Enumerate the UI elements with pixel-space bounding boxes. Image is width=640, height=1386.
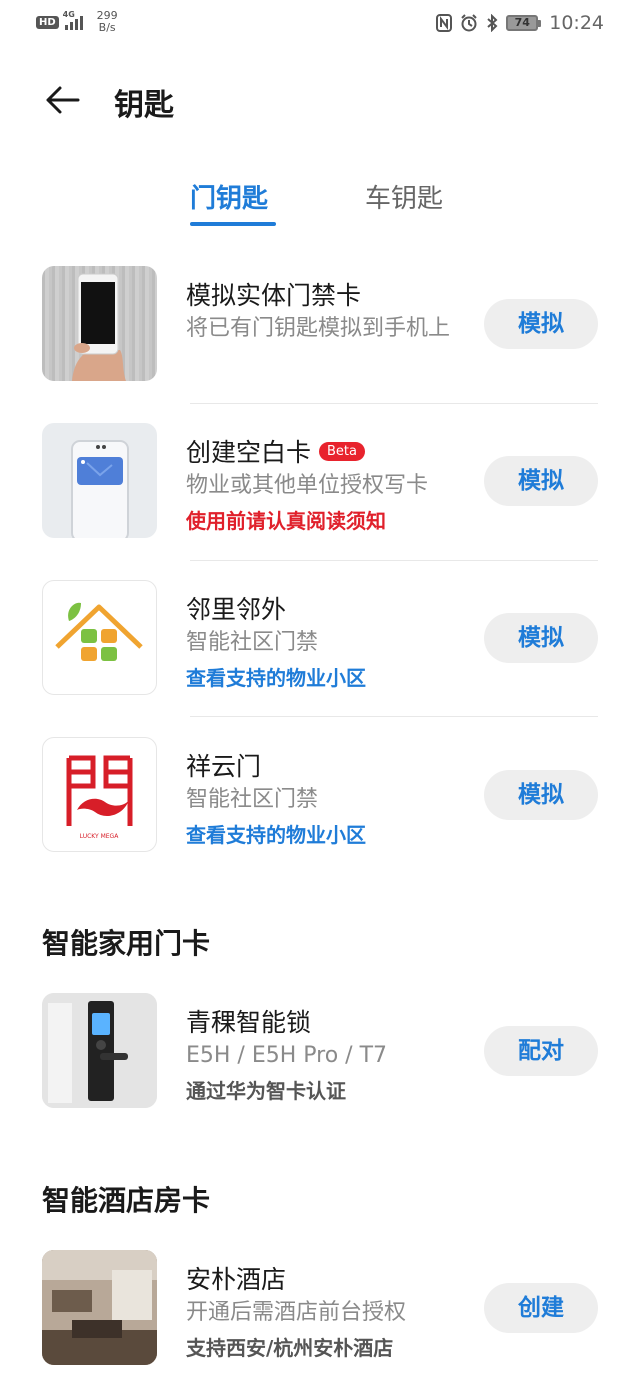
beta-badge: Beta — [319, 441, 365, 461]
supported-communities-link[interactable]: 查看支持的物业小区 — [186, 662, 366, 691]
smart-lock-image — [42, 993, 157, 1108]
supported-hotels-note: 支持西安/杭州安朴酒店 — [186, 1336, 394, 1360]
pair-button[interactable]: 配对 — [484, 1026, 598, 1076]
simulate-button[interactable]: 模拟 — [484, 456, 598, 506]
item-subtitle: 将已有门钥匙模拟到手机上 — [186, 316, 451, 341]
bluetooth-icon — [486, 14, 498, 32]
item-title: 模拟实体门禁卡 — [186, 281, 362, 310]
tab-bar: 门钥匙 车钥匙 — [0, 178, 640, 232]
section-title-smart-home: 智能家用门卡 — [42, 927, 211, 960]
item-subtitle: 智能社区门禁 — [186, 787, 319, 812]
item-title: 青稞智能锁 — [186, 1008, 312, 1037]
back-button[interactable] — [40, 78, 84, 122]
list-item-blank-card[interactable]: 创建空白卡 Beta 物业或其他单位授权写卡 使用前请认真阅读须知 模拟 — [0, 423, 640, 580]
simulate-button[interactable]: 模拟 — [484, 613, 598, 663]
hd-icon: HD — [36, 15, 59, 29]
tab-car-keys[interactable]: 车钥匙 — [365, 178, 443, 215]
list-item-physical-card[interactable]: 模拟实体门禁卡 将已有门钥匙模拟到手机上 模拟 — [0, 266, 640, 423]
list-item-linli[interactable]: 邻里邻外 智能社区门禁 查看支持的物业小区 模拟 — [0, 580, 640, 737]
section-title-smart-hotel: 智能酒店房卡 — [42, 1184, 211, 1217]
tab-indicator — [190, 222, 276, 226]
linli-logo — [42, 580, 157, 695]
back-arrow-icon — [46, 86, 80, 114]
item-title: 祥云门 — [186, 752, 262, 781]
item-subtitle: 智能社区门禁 — [186, 630, 319, 655]
divider — [190, 716, 598, 717]
svg-text:LUCKY MEGA: LUCKY MEGA — [80, 833, 120, 840]
item-title: 邻里邻外 — [186, 595, 287, 624]
list-item-qingke-lock[interactable]: 青稞智能锁 E5H / E5H Pro / T7 通过华为智卡认证 配对 — [0, 993, 640, 1150]
item-title: 安朴酒店 — [186, 1265, 287, 1294]
list-item-xiangyun[interactable]: LUCKY MEGA 祥云门 智能社区门禁 查看支持的物业小区 模拟 — [0, 737, 640, 894]
read-notice-link[interactable]: 使用前请认真阅读须知 — [186, 505, 386, 534]
signal-icon: 4G — [63, 10, 83, 30]
certification-note: 通过华为智卡认证 — [186, 1079, 346, 1103]
tab-door-keys[interactable]: 门钥匙 — [190, 178, 268, 215]
network-speed: 299 B/s — [96, 9, 118, 34]
hotel-room-image — [42, 1250, 157, 1365]
nfc-icon — [436, 14, 453, 32]
simulate-button[interactable]: 模拟 — [484, 770, 598, 820]
phone-card-image — [42, 423, 157, 538]
item-title: 创建空白卡 Beta — [186, 433, 365, 469]
status-right: 74 10:24 — [436, 12, 604, 34]
item-subtitle: E5H / E5H Pro / T7 — [186, 1043, 388, 1068]
page-title: 钥匙 — [114, 88, 174, 123]
divider — [190, 403, 598, 404]
item-subtitle: 物业或其他单位授权写卡 — [186, 473, 429, 498]
list-item-anpu-hotel[interactable]: 安朴酒店 开通后需酒店前台授权 支持西安/杭州安朴酒店 创建 — [0, 1250, 640, 1386]
header: 钥匙 — [0, 72, 640, 128]
simulate-button[interactable]: 模拟 — [484, 299, 598, 349]
item-subtitle: 开通后需酒店前台授权 — [186, 1300, 407, 1325]
phone-hand-image — [42, 266, 157, 381]
xiangyun-logo: LUCKY MEGA — [42, 737, 157, 852]
divider — [190, 560, 598, 561]
battery-icon: 74 — [506, 15, 542, 31]
status-bar: HD 4G 299 B/s 74 10:24 — [0, 0, 640, 48]
supported-communities-link[interactable]: 查看支持的物业小区 — [186, 819, 366, 848]
clock: 10:24 — [549, 12, 604, 34]
status-left: HD 4G 299 B/s — [36, 10, 118, 34]
alarm-icon — [460, 14, 478, 32]
create-button[interactable]: 创建 — [484, 1283, 598, 1333]
